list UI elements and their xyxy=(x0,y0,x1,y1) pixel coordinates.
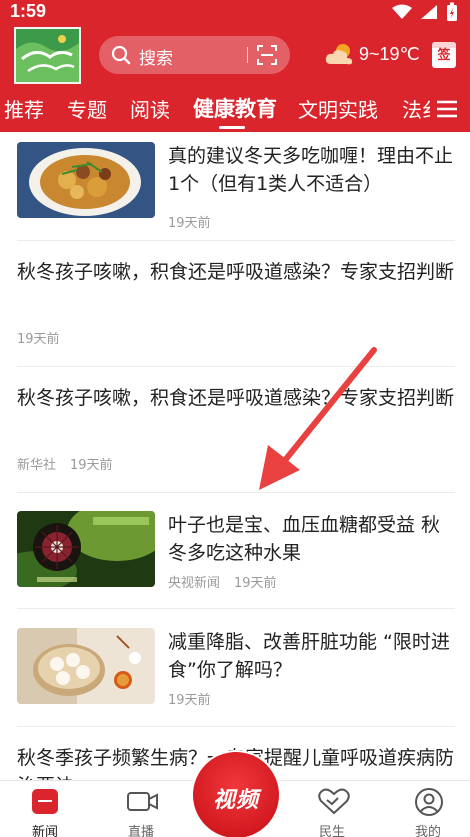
checkin-icon[interactable]: 签 xyxy=(432,42,456,68)
divider xyxy=(17,240,455,241)
tab-topics[interactable]: 专题 xyxy=(67,94,107,123)
nav-me-label: 我的 xyxy=(414,825,441,837)
news-source: 新华社 xyxy=(17,458,57,473)
news-title: 叶子也是宝、血压血糖都受益 秋冬多吃这种水果 xyxy=(168,514,441,564)
tab-civilization-practice[interactable]: 文明实践 xyxy=(298,94,378,123)
nav-news[interactable]: 新闻 xyxy=(10,781,80,837)
news-item[interactable]: 叶子也是宝、血压血糖都受益 秋冬多吃这种水果 央视新闻 19天前 xyxy=(17,511,455,607)
live-camera-icon xyxy=(127,792,158,811)
checkin-label: 签 xyxy=(437,48,451,63)
search-input[interactable]: 搜索 xyxy=(99,36,290,74)
news-title: 秋冬孩子咳嗽，积食还是呼吸道感染？专家支招判断 xyxy=(17,261,455,283)
nav-live[interactable]: 直播 xyxy=(106,781,176,837)
divider xyxy=(17,366,455,367)
news-feed: 真的建议冬天多吃咖喱！理由不止1个（但有1类人不适合） 19天前 秋冬孩子咳嗽，… xyxy=(0,132,470,780)
nav-livelihood[interactable]: 民生 xyxy=(297,781,367,837)
news-source: 央视新闻 xyxy=(168,576,221,591)
news-time: 19天前 xyxy=(168,693,211,708)
tab-recommend[interactable]: 推荐 xyxy=(4,94,44,123)
news-title: 秋冬孩子咳嗽，积食还是呼吸道感染？专家支招判断 xyxy=(17,387,455,409)
top-header: 1:59 搜索 9~19℃ 签 推荐 专题 阅读 健康教育 文明实践 法纟 xyxy=(0,0,470,132)
tab-law[interactable]: 法纟 xyxy=(402,94,430,123)
news-item[interactable]: 真的建议冬天多吃咖喱！理由不止1个（但有1类人不适合） 19天前 xyxy=(17,142,455,238)
signal-icon xyxy=(421,5,437,19)
nav-live-label: 直播 xyxy=(127,825,154,837)
video-button[interactable]: 视频 xyxy=(193,752,279,837)
news-time: 19天前 xyxy=(234,576,277,591)
news-time: 19天前 xyxy=(168,216,211,231)
wifi-icon xyxy=(392,4,412,19)
news-title: 真的建议冬天多吃咖喱！理由不止1个（但有1类人不适合） xyxy=(168,145,454,195)
status-time: 1:59 xyxy=(10,1,47,21)
weather-temperature: 9~19℃ xyxy=(359,43,420,64)
news-icon xyxy=(32,789,58,814)
menu-icon[interactable] xyxy=(434,96,460,122)
search-icon xyxy=(111,45,131,65)
logo-graphic xyxy=(16,29,79,82)
tab-reading[interactable]: 阅读 xyxy=(130,94,170,123)
news-item[interactable]: 秋冬孩子咳嗽，积食还是呼吸道感染？专家支招判断 19天前 xyxy=(17,258,455,358)
news-meta: 19天前 xyxy=(168,689,225,708)
nav-livelihood-label: 民生 xyxy=(318,825,345,837)
news-time: 19天前 xyxy=(17,332,60,347)
status-icons xyxy=(392,2,458,22)
nav-news-label: 新闻 xyxy=(31,825,58,837)
search-placeholder: 搜索 xyxy=(139,49,173,69)
news-item[interactable]: 减重降脂、改善肝脏功能 “限时进食”你了解吗？ 19天前 xyxy=(17,628,455,724)
weather-widget[interactable]: 9~19℃ xyxy=(325,42,420,66)
news-meta: 央视新闻 19天前 xyxy=(168,572,291,591)
status-bar: 1:59 xyxy=(0,0,470,26)
nav-me[interactable]: 我的 xyxy=(393,781,463,837)
news-meta: 19天前 xyxy=(17,328,74,347)
divider xyxy=(17,608,455,609)
divider xyxy=(17,492,455,493)
active-tab-indicator xyxy=(219,126,245,129)
news-time: 19天前 xyxy=(70,458,113,473)
scan-icon[interactable] xyxy=(257,45,277,65)
channel-tabs: 推荐 专题 阅读 健康教育 文明实践 法纟 xyxy=(0,90,430,130)
divider xyxy=(17,726,455,727)
news-title: 减重降脂、改善肝脏功能 “限时进食”你了解吗？ xyxy=(168,631,450,681)
news-item[interactable]: 秋冬孩子咳嗽，积食还是呼吸道感染？专家支招判断 新华社 19天前 xyxy=(17,384,455,484)
news-meta: 新华社 19天前 xyxy=(17,454,127,473)
app-logo[interactable] xyxy=(14,27,81,84)
news-thumbnail-curry xyxy=(17,142,155,218)
profile-icon xyxy=(415,788,443,816)
search-divider xyxy=(247,47,248,63)
tab-health-education[interactable]: 健康教育 xyxy=(193,93,277,123)
cloudy-sun-icon xyxy=(325,44,353,65)
handshake-heart-icon xyxy=(318,788,350,815)
news-thumbnail-dumplings xyxy=(17,628,155,704)
video-button-label: 视频 xyxy=(212,788,259,813)
battery-icon xyxy=(447,2,457,21)
news-meta: 19天前 xyxy=(168,212,225,231)
news-thumbnail-fruit xyxy=(17,511,155,587)
